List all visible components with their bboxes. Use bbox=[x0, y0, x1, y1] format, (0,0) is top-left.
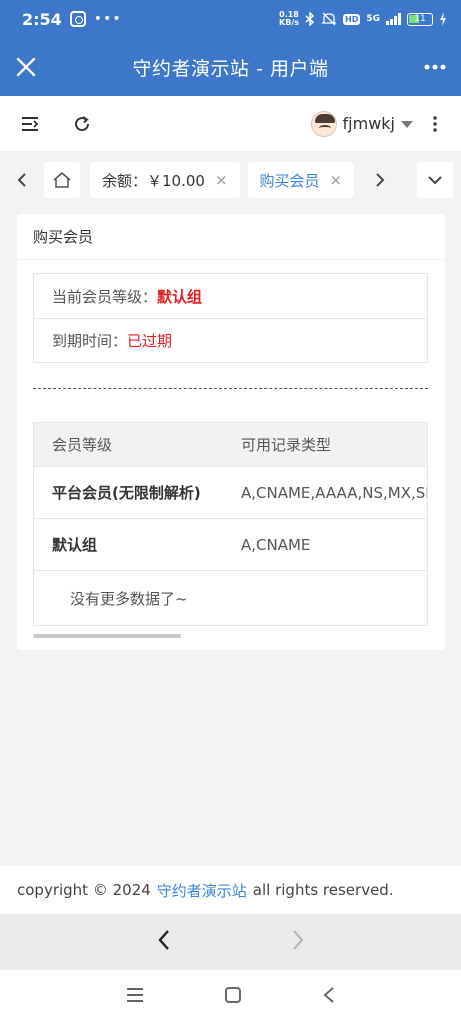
tabs-scroll-right-button[interactable] bbox=[366, 162, 394, 198]
home-icon bbox=[53, 172, 71, 188]
page-footer: copyright © 2024 守约者演示站 all rights reser… bbox=[0, 866, 461, 914]
bluetooth-icon bbox=[305, 12, 315, 26]
home-button[interactable] bbox=[224, 986, 242, 1008]
app-notification-icon bbox=[69, 11, 86, 27]
status-time: 2:54 bbox=[22, 9, 62, 29]
more-button[interactable] bbox=[409, 38, 461, 96]
user-menu[interactable]: fjmwkj bbox=[310, 110, 413, 137]
refresh-icon bbox=[75, 115, 90, 131]
chevron-down-icon bbox=[428, 176, 442, 185]
current-level-value: 默认组 bbox=[157, 287, 203, 306]
table-horizontal-scrollbar[interactable] bbox=[33, 634, 181, 638]
cell-level: 平台会员(无限制解析) bbox=[52, 484, 201, 502]
expire-label: 到期时间： bbox=[52, 332, 128, 350]
membership-status: 当前会员等级： 默认组 到期时间： 已过期 bbox=[33, 273, 428, 363]
back-button[interactable] bbox=[157, 929, 171, 955]
network-type: 5G bbox=[366, 14, 380, 24]
card-title: 购买会员 bbox=[17, 214, 445, 260]
avatar bbox=[310, 110, 337, 137]
tab-balance[interactable]: 余额：￥10.00 × bbox=[90, 162, 240, 198]
tab-buy-membership[interactable]: 购买会员 × bbox=[247, 162, 355, 198]
cell-types: A,CNAME,AAAA,NS,MX,SRV,TXT bbox=[241, 483, 427, 502]
menu-icon bbox=[126, 988, 143, 1002]
mute-icon bbox=[321, 12, 337, 26]
hd-icon: HD bbox=[343, 13, 361, 25]
more-icon bbox=[424, 64, 446, 70]
triangle-back-icon bbox=[322, 987, 334, 1003]
forward-button[interactable] bbox=[291, 929, 305, 955]
kebab-menu-button[interactable] bbox=[417, 104, 453, 144]
chevron-left-icon bbox=[17, 173, 26, 187]
close-button[interactable] bbox=[0, 38, 52, 96]
tab-close-icon[interactable]: × bbox=[330, 171, 343, 189]
tab-balance-label: 余额：￥10.00 bbox=[102, 171, 205, 190]
tabs-scroll-left-button[interactable] bbox=[8, 162, 36, 198]
expire-value: 已过期 bbox=[127, 332, 173, 350]
membership-table[interactable]: 会员等级 可用记录类型 平台会员(无限制解析) A,CNAME,AAAA,NS,… bbox=[33, 422, 428, 626]
table-empty-text: 没有更多数据了~ bbox=[70, 589, 188, 608]
kebab-icon bbox=[433, 115, 437, 132]
tab-buy-membership-label: 购买会员 bbox=[259, 171, 320, 190]
square-icon bbox=[224, 987, 241, 1003]
current-level-row: 当前会员等级： 默认组 bbox=[34, 274, 427, 318]
forward-arrow-icon bbox=[292, 930, 303, 950]
system-back-button[interactable] bbox=[322, 986, 336, 1008]
network-speed: 0.18 KB/s bbox=[279, 10, 299, 27]
tab-close-icon[interactable]: × bbox=[215, 171, 228, 189]
tabs-dropdown-button[interactable] bbox=[417, 162, 453, 198]
table-header: 会员等级 可用记录类型 bbox=[34, 423, 427, 467]
current-level-label: 当前会员等级： bbox=[52, 287, 158, 306]
menu-collapse-icon bbox=[22, 116, 39, 131]
more-notifications-icon: ••• bbox=[93, 11, 122, 27]
status-bar: 2:54 ••• 0.18 KB/s HD 5G 11 bbox=[0, 0, 461, 38]
column-header-level: 会员等级 bbox=[52, 436, 113, 454]
battery-icon: 11 bbox=[407, 12, 433, 26]
footer-copyright: copyright © 2024 bbox=[17, 881, 151, 899]
signal-icon bbox=[386, 13, 401, 25]
divider bbox=[33, 388, 428, 389]
webview-title-bar: 守约者演示站 - 用户端 bbox=[0, 38, 461, 96]
refresh-button[interactable] bbox=[62, 104, 102, 144]
tab-home[interactable] bbox=[44, 162, 80, 198]
expire-row: 到期时间： 已过期 bbox=[34, 318, 427, 362]
chevron-down-icon bbox=[401, 121, 413, 128]
charging-icon bbox=[440, 12, 446, 26]
close-icon bbox=[16, 57, 36, 77]
column-header-types: 可用记录类型 bbox=[241, 436, 332, 454]
cell-level: 默认组 bbox=[52, 536, 98, 554]
membership-card: 购买会员 当前会员等级： 默认组 到期时间： 已过期 会员等级 可用记录类型 平… bbox=[17, 214, 445, 650]
system-navigation-bar bbox=[0, 970, 461, 1024]
menu-toggle-button[interactable] bbox=[10, 104, 50, 144]
browser-navigation bbox=[0, 914, 461, 970]
chevron-right-icon bbox=[376, 173, 385, 187]
tabs-bar: 余额：￥10.00 × 购买会员 × bbox=[0, 152, 461, 208]
back-arrow-icon bbox=[157, 930, 169, 950]
recent-apps-button[interactable] bbox=[126, 987, 144, 1007]
cell-types: A,CNAME bbox=[241, 535, 311, 554]
footer-suffix: all rights reserved. bbox=[252, 881, 394, 899]
footer-site-link[interactable]: 守约者演示站 bbox=[157, 880, 247, 901]
page-title: 守约者演示站 - 用户端 bbox=[132, 57, 329, 80]
table-row[interactable]: 平台会员(无限制解析) A,CNAME,AAAA,NS,MX,SRV,TXT bbox=[34, 467, 427, 519]
app-header: fjmwkj bbox=[0, 96, 461, 152]
table-row[interactable]: 默认组 A,CNAME bbox=[34, 519, 427, 571]
username: fjmwkj bbox=[342, 114, 395, 133]
